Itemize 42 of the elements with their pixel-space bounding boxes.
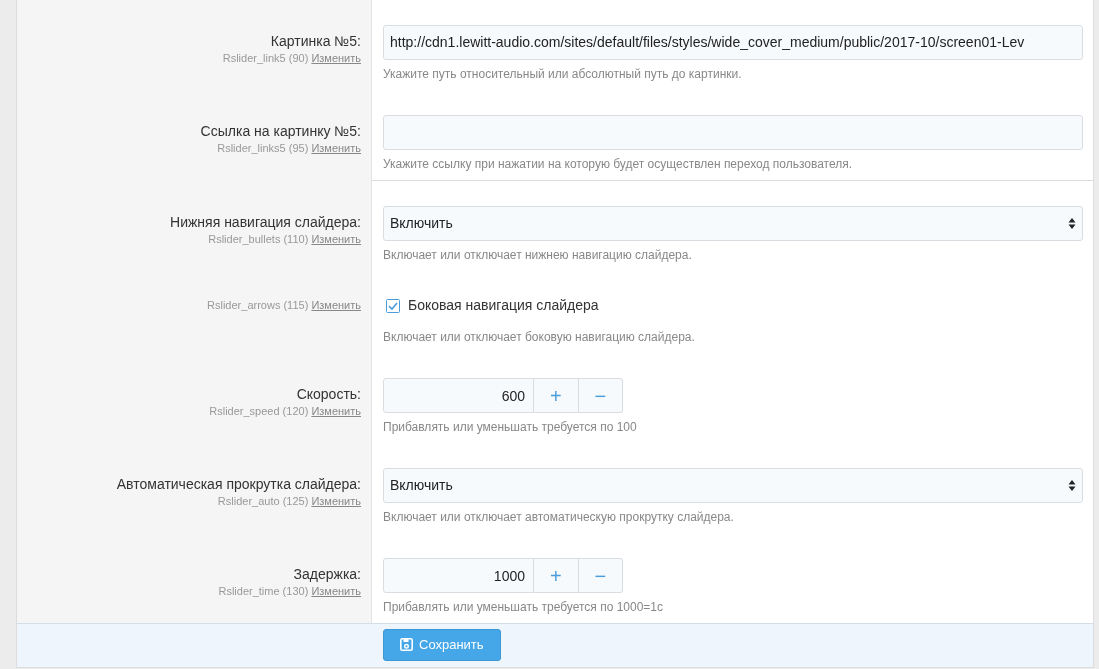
- help-text: Укажите ссылку при нажатии на которую будет осуществлен переход пользователя.: [383, 156, 854, 173]
- field-label: Автоматическая прокрутка слайдера:: [115, 475, 361, 493]
- edit-link[interactable]: Изменить: [311, 495, 361, 507]
- setting-key: Rslider_auto (125): [217, 495, 309, 507]
- checkbox[interactable]: [386, 298, 400, 313]
- number-field[interactable]: 600: [383, 378, 534, 413]
- help-text: Включает или отключает автоматическую прокрутку слайдера.: [383, 509, 735, 526]
- edit-link[interactable]: Изменить: [311, 52, 361, 64]
- number-field[interactable]: 1000: [383, 558, 534, 593]
- setting-key: Rslider_bullets (110): [208, 233, 309, 245]
- input-field[interactable]: [383, 115, 1083, 150]
- help-text: Прибавлять или уменьшать требуется по 100: [383, 419, 638, 436]
- help-text: Включает или отключает боковую навигацию слайдера.: [383, 329, 696, 346]
- field-label: Задержка:: [292, 565, 361, 583]
- select-field[interactable]: Включить: [383, 468, 1083, 503]
- field-label: Скорость:: [295, 385, 361, 403]
- setting-key: Rslider_arrows (115): [207, 299, 309, 311]
- save-button[interactable]: Сохранить: [383, 629, 501, 661]
- edit-link[interactable]: Изменить: [311, 405, 361, 417]
- edit-link[interactable]: Изменить: [311, 142, 361, 154]
- decrement-button[interactable]: −: [578, 378, 623, 413]
- setting-key: Rslider_time (130): [218, 585, 309, 597]
- select-field[interactable]: Включить: [383, 206, 1083, 241]
- edit-link[interactable]: Изменить: [311, 299, 361, 311]
- checkbox-label: Боковая навигация слайдера: [408, 296, 599, 315]
- increment-button[interactable]: +: [534, 558, 579, 593]
- sort-arrows-icon: [1068, 217, 1076, 230]
- sort-arrows-icon: [1068, 479, 1076, 492]
- help-text: Прибавлять или уменьшать требуется по 1000=1с: [383, 599, 665, 616]
- edit-link[interactable]: Изменить: [311, 233, 361, 245]
- setting-key: Rslider_link5 (90): [222, 52, 309, 64]
- field-label: Нижняя навигация слайдера:: [169, 213, 361, 231]
- field-label: Картинка №5:: [269, 32, 361, 50]
- decrement-button[interactable]: −: [578, 558, 623, 593]
- help-text: Укажите путь относительный или абсолютный путь до картинки.: [383, 66, 743, 83]
- increment-button[interactable]: +: [534, 378, 579, 413]
- edit-link[interactable]: Изменить: [311, 585, 361, 597]
- setting-key: Rslider_speed (120): [209, 405, 309, 417]
- help-text: Включает или отключает нижнею навигацию слайдера.: [383, 247, 693, 264]
- setting-key: Rslider_links5 (95): [217, 142, 309, 154]
- input-field[interactable]: http://cdn1.lewitt-audio.com/sites/default/files/styles/wide_cover_medium/public/2017-10/screen01-Lev: [383, 25, 1083, 60]
- field-label: Ссылка на картинку №5:: [199, 122, 361, 140]
